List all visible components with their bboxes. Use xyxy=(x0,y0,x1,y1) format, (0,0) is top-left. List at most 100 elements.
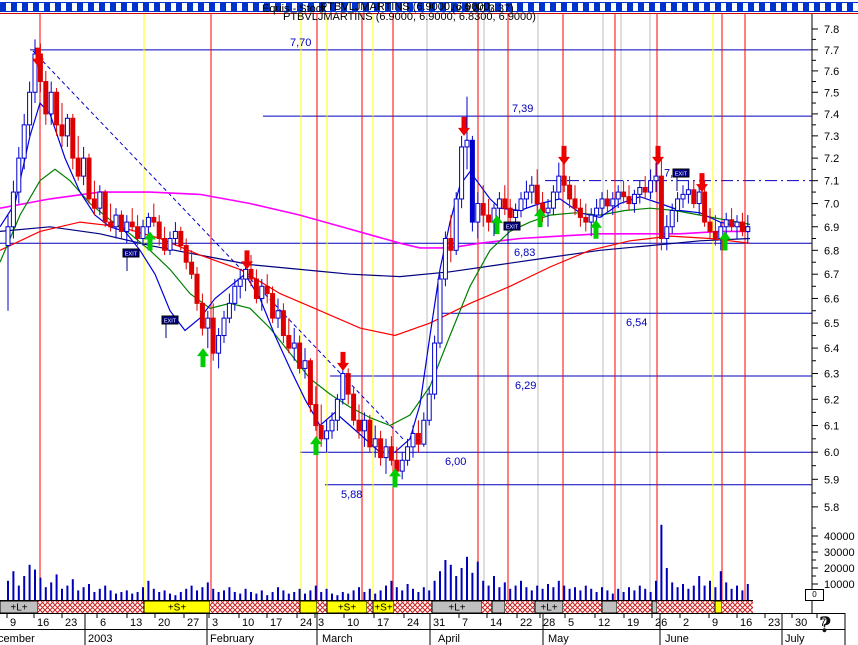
candle xyxy=(383,446,389,459)
volume-tick-label: 10000 xyxy=(824,579,855,591)
signal-ribbon-segment-short xyxy=(714,600,723,614)
month-label: April xyxy=(438,633,460,645)
candle xyxy=(372,438,378,448)
volume-bar xyxy=(93,592,96,600)
candle xyxy=(302,360,308,369)
price-tick-label: 7.8 xyxy=(824,24,839,36)
volume-bar xyxy=(17,585,20,600)
signal-ribbon-segment-hatch xyxy=(38,601,144,613)
candle xyxy=(135,226,141,239)
candle xyxy=(75,157,81,177)
candle xyxy=(631,193,637,205)
volume-bar xyxy=(595,592,598,600)
candle xyxy=(561,175,567,186)
volume-bar xyxy=(655,580,657,600)
sell-arrow-icon xyxy=(558,145,570,165)
volume-bar xyxy=(147,580,150,600)
date-tick-label: 14 xyxy=(490,617,502,629)
ribbon-label: +L+ xyxy=(540,603,557,614)
volume-bar xyxy=(692,585,695,600)
candle xyxy=(124,221,130,232)
candle xyxy=(459,146,465,200)
month-label: December xyxy=(0,633,35,645)
volume-bar xyxy=(244,588,247,600)
volume-bar xyxy=(314,585,317,600)
volume-bar xyxy=(217,592,220,600)
signal-ribbon-segment-long xyxy=(651,600,658,614)
signal-ribbon-segment-hatch xyxy=(317,601,327,613)
candle xyxy=(232,285,238,304)
signal-ribbon-segment-hatch xyxy=(722,601,753,613)
volume-bar xyxy=(601,587,603,600)
volume-bar xyxy=(676,587,679,600)
volume-zero-label: 0 xyxy=(805,589,824,601)
candle xyxy=(183,245,189,263)
signal-ribbon-segment-hatch xyxy=(367,601,373,613)
help-question-icon[interactable]: ? xyxy=(819,612,831,637)
candle xyxy=(610,198,616,207)
candle xyxy=(162,237,168,251)
volume-bar xyxy=(471,572,474,600)
volume-bar xyxy=(34,569,36,600)
date-tick-label: 2 xyxy=(683,617,689,629)
volume-bar xyxy=(28,564,31,600)
volume-bar xyxy=(525,587,528,600)
volume-bar xyxy=(115,593,117,600)
volume-bar xyxy=(39,577,42,600)
volume-bar xyxy=(201,587,204,600)
candle xyxy=(113,214,119,228)
candle xyxy=(675,198,681,211)
candle xyxy=(189,261,195,275)
candle xyxy=(421,419,427,445)
volume-bar xyxy=(390,580,393,600)
volume-tick-label: 30000 xyxy=(824,547,855,559)
candle xyxy=(318,425,324,440)
candle xyxy=(653,175,659,182)
month-label: May xyxy=(548,633,569,645)
candle xyxy=(286,335,292,349)
volume-bar xyxy=(233,592,236,600)
date-tick-label: 24 xyxy=(300,617,312,629)
volume-bar xyxy=(260,590,263,600)
candle xyxy=(243,268,249,280)
volume-bar xyxy=(584,585,587,600)
volume-bar xyxy=(152,588,155,600)
candle xyxy=(54,91,60,126)
candle xyxy=(43,81,49,115)
volume-bar xyxy=(498,587,501,600)
volume-bar xyxy=(530,590,533,600)
signal-ribbon-segment-hatch xyxy=(210,601,300,613)
price-tick-label: 6.9 xyxy=(824,222,839,234)
volume-bar xyxy=(347,593,350,600)
volume-bar xyxy=(142,587,144,600)
chart-canvas[interactable]: 7,707,397,106,836,546,296,005,88EXITEXIT… xyxy=(0,0,858,645)
volume-bar xyxy=(433,580,436,600)
candle xyxy=(448,237,454,251)
candle xyxy=(313,404,319,427)
candle xyxy=(178,230,184,247)
volume-bar xyxy=(352,590,355,600)
volume-bar xyxy=(206,582,209,600)
candle xyxy=(340,372,346,400)
candle xyxy=(48,91,54,115)
exit-tag-label: EXIT xyxy=(675,172,688,178)
candle xyxy=(216,335,222,354)
candle xyxy=(91,198,97,209)
volume-bar xyxy=(293,592,296,600)
ribbon-label: +L+ xyxy=(10,603,27,614)
volume-bar xyxy=(622,592,625,600)
candle xyxy=(172,230,178,239)
volume-bar xyxy=(44,587,47,600)
candle xyxy=(734,221,740,228)
volume-bar xyxy=(282,590,285,600)
volume-bar xyxy=(563,585,566,600)
volume-bar xyxy=(406,584,409,600)
volume-bar xyxy=(520,580,522,600)
volume-bar xyxy=(617,588,620,600)
volume-bar xyxy=(61,588,63,600)
candle xyxy=(405,446,411,461)
candle xyxy=(572,198,578,209)
signal-ribbon-segment-hatch xyxy=(563,601,602,613)
candle xyxy=(81,157,87,177)
price-tick-label: 7.5 xyxy=(824,87,839,99)
